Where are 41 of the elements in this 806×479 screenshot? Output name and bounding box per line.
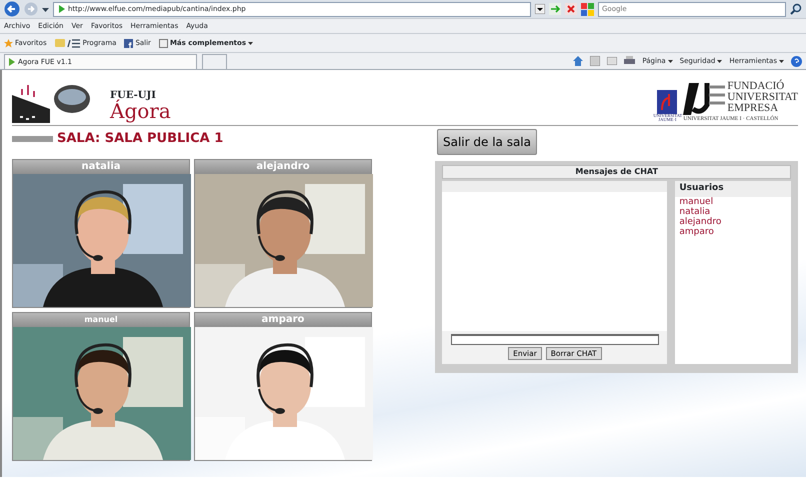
foundation-name: UNIVERSITAT xyxy=(727,92,798,104)
printer-icon[interactable] xyxy=(624,56,636,66)
user-name[interactable]: amparo xyxy=(675,226,791,236)
video-name: amparo xyxy=(195,313,371,327)
user-name[interactable]: manuel xyxy=(675,196,791,206)
app-name: Ágora xyxy=(110,101,171,121)
page-icon xyxy=(58,5,65,13)
dropdown-icon[interactable] xyxy=(42,6,49,12)
home-icon[interactable] xyxy=(573,56,584,66)
caret-icon[interactable] xyxy=(248,42,254,44)
help-icon[interactable] xyxy=(791,56,802,66)
logo-icon xyxy=(66,38,81,48)
stop-icon[interactable] xyxy=(565,3,577,15)
room-title: SALA: SALA PUBLICA 1 xyxy=(57,130,224,148)
university-logo-icon xyxy=(657,90,678,114)
foundation-logo-icon xyxy=(683,80,726,115)
brand-name: FUE-UJI xyxy=(110,91,156,101)
video-name: natalia xyxy=(13,160,189,174)
video-name: manuel xyxy=(13,313,189,327)
user-name[interactable]: natalia xyxy=(675,206,791,216)
message-input[interactable] xyxy=(450,334,659,345)
users-heading: Usuarios xyxy=(675,181,791,196)
user-name[interactable]: alejandro xyxy=(675,216,791,226)
search-icon[interactable] xyxy=(790,3,802,15)
page-icon xyxy=(8,58,15,66)
caret-icon[interactable] xyxy=(668,60,673,62)
caret-icon[interactable] xyxy=(717,60,722,62)
foundation-name: FUNDACIÓ xyxy=(727,81,786,92)
refresh-icon[interactable] xyxy=(549,3,561,15)
folder-icon xyxy=(54,39,65,47)
foundation-name: EMPRESA xyxy=(727,103,780,114)
star-icon xyxy=(4,38,13,48)
caret-icon[interactable] xyxy=(779,60,784,62)
facebook-icon xyxy=(124,38,134,48)
chat-title: Mensajes de CHAT xyxy=(442,165,791,179)
back-icon[interactable] xyxy=(4,1,20,17)
search-provider-icon[interactable] xyxy=(581,2,594,16)
leave-room-button[interactable]: Salir de la sala xyxy=(437,129,537,155)
dropdown-icon[interactable] xyxy=(535,4,545,14)
video-name: alejandro xyxy=(195,160,371,174)
title-bar xyxy=(12,136,53,142)
